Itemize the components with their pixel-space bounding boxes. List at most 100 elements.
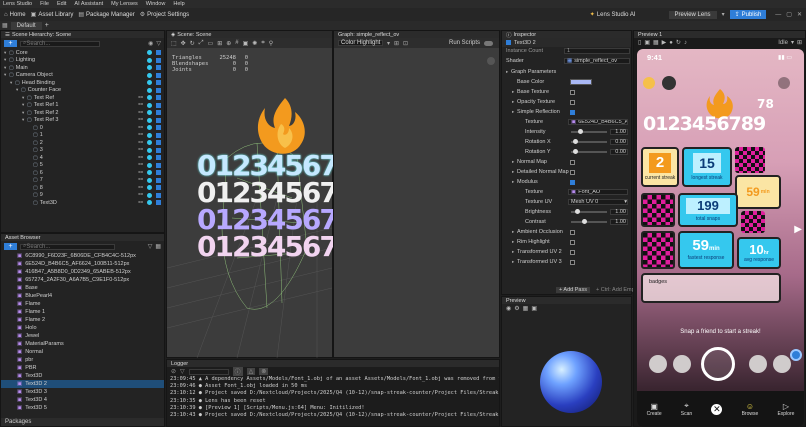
minutes-card[interactable]: 59 min	[735, 175, 781, 209]
visibility-checkbox[interactable]	[147, 170, 152, 176]
prop-slider[interactable]	[571, 219, 607, 225]
asset-item[interactable]: ▣ BluePearl4	[1, 292, 164, 300]
slider-knob[interactable]	[578, 129, 584, 135]
settings-icon[interactable]: ⚙	[514, 305, 519, 312]
graph-settings-icon[interactable]	[487, 57, 495, 65]
rect-tool-icon[interactable]: ▭	[208, 40, 214, 47]
visibility-checkbox[interactable]	[147, 57, 152, 63]
current-streak-card[interactable]: 2 current streak	[641, 147, 679, 187]
hierarchy-item[interactable]: ▾ ▢ Text Ref 2 ⚯	[1, 109, 164, 117]
enabled-checkbox[interactable]	[156, 110, 161, 116]
hierarchy-item[interactable]: ▢ 1 ⚯	[1, 132, 164, 140]
slider-knob[interactable]	[581, 219, 587, 225]
longest-streak-card[interactable]: 15 longest streak	[682, 147, 732, 187]
logger-search-input[interactable]	[188, 368, 229, 375]
enabled-checkbox[interactable]	[156, 192, 161, 198]
layout-icon[interactable]: ▦	[2, 22, 8, 29]
hierarchy-item[interactable]: ▢ 3 ⚯	[1, 147, 164, 155]
hierarchy-item[interactable]: ▢ 0 ⚯	[1, 124, 164, 132]
asset-item[interactable]: ▣ Text3D 2	[1, 380, 164, 388]
hierarchy-item[interactable]: ▾ ▢ Text Ref 3 ⚯	[1, 117, 164, 125]
hierarchy-item[interactable]: ▾ ▢ Head Binding	[1, 79, 164, 87]
phone-screen[interactable]: 9:41 ▮▮ ▭ 0123456789 7 8 2 current strea…	[637, 49, 804, 427]
visibility-checkbox[interactable]	[147, 132, 152, 138]
asset-item[interactable]: ▣ Text3D	[1, 372, 164, 380]
maximize-icon[interactable]: ▢	[786, 11, 792, 18]
shader-field[interactable]: ▦ simple_reflect_ov	[564, 58, 630, 65]
lens-studio-ai-button[interactable]: ✦ Lens Studio AI	[590, 11, 636, 19]
warning-filter-icon[interactable]: △	[246, 368, 256, 375]
lens-thumb[interactable]	[673, 355, 691, 373]
asset-item[interactable]: ▣ Jewel	[1, 332, 164, 340]
hierarchy-item[interactable]: ▾ ▢ Text Ref 1 ⚯	[1, 102, 164, 110]
enabled-checkbox[interactable]	[156, 102, 161, 108]
image-icon[interactable]: ▦	[653, 39, 659, 46]
total-snaps-card[interactable]: 199 total snaps	[678, 193, 738, 227]
nav-close[interactable]: ✕	[711, 403, 723, 415]
menu-item[interactable]: Help	[173, 1, 184, 7]
enabled-checkbox[interactable]	[156, 185, 161, 191]
run-scripts-toggle[interactable]	[484, 40, 493, 46]
enabled-checkbox[interactable]	[156, 155, 161, 161]
menu-item[interactable]: AI Assistant	[74, 1, 103, 7]
add-pass-button[interactable]: + Add Pass	[556, 286, 590, 293]
hierarchy-item[interactable]: ▾ ▢ Main	[1, 64, 164, 72]
mute-icon[interactable]: ♪	[684, 40, 687, 46]
device-icon[interactable]: ▯	[638, 39, 641, 46]
visibility-checkbox[interactable]	[147, 72, 152, 78]
local-space-icon[interactable]: ⊞	[217, 40, 222, 47]
hierarchy-item[interactable]: ▢ 8 ⚯	[1, 184, 164, 192]
menu-item[interactable]: Edit	[57, 1, 66, 7]
asset-search-input[interactable]: ⌕ Search...	[20, 243, 115, 250]
hierarchy-search-input[interactable]: ⌕ Search...	[20, 40, 100, 47]
fastest-response-card[interactable]: 59min fastest response	[678, 231, 734, 269]
visibility-checkbox[interactable]	[147, 110, 152, 116]
visibility-checkbox[interactable]	[147, 50, 152, 56]
visibility-icon[interactable]: ◉	[148, 40, 153, 47]
enabled-checkbox[interactable]	[156, 65, 161, 71]
snap-icon[interactable]: ⌗	[261, 40, 264, 47]
grid-view-icon[interactable]: ▦	[155, 243, 161, 250]
project-settings-button[interactable]: ⚙ Project Settings	[140, 11, 189, 19]
asset-item[interactable]: ▣ Normal	[1, 348, 164, 356]
enabled-checkbox[interactable]	[156, 80, 161, 86]
hierarchy-item[interactable]: ▾ ▢ Camera Object	[1, 72, 164, 80]
asset-item[interactable]: ▣ 6E524D_B4B6C5_AF6624_100B11-512px	[1, 260, 164, 268]
enabled-checkbox[interactable]	[156, 117, 161, 123]
visibility-checkbox[interactable]	[147, 65, 152, 71]
menu-item[interactable]: File	[40, 1, 49, 7]
prop-checkbox[interactable]	[570, 259, 575, 265]
prop-checkbox[interactable]	[570, 179, 575, 185]
instance-count-field[interactable]: 1	[564, 47, 630, 54]
enabled-checkbox[interactable]	[156, 140, 161, 146]
hierarchy-item[interactable]: ▾ ▢ Counter Face	[1, 87, 164, 95]
asset-item[interactable]: ▣ pbr	[1, 356, 164, 364]
visibility-checkbox[interactable]	[147, 155, 152, 161]
publish-button[interactable]: ⇪ Publish	[729, 10, 767, 19]
blue-dot-button[interactable]	[790, 349, 802, 361]
lens-thumb[interactable]	[749, 355, 767, 373]
scale-tool-icon[interactable]: ⤢	[199, 40, 204, 47]
hierarchy-item[interactable]: ▢ 2 ⚯	[1, 139, 164, 147]
visibility-checkbox[interactable]	[147, 87, 152, 93]
enabled-checkbox[interactable]	[506, 40, 511, 45]
avg-response-card[interactable]: 10hr avg response	[737, 237, 781, 269]
asset-item[interactable]: ▣ MaterialParams	[1, 340, 164, 348]
lens-thumb[interactable]	[773, 355, 791, 373]
prop-checkbox[interactable]	[570, 249, 575, 255]
enabled-checkbox[interactable]	[156, 50, 161, 56]
asset-item[interactable]: ▣ PBR	[1, 364, 164, 372]
add-tab-button[interactable]: +	[45, 22, 49, 29]
prop-value-field[interactable]: 1.00	[610, 219, 628, 225]
prop-slider[interactable]	[571, 149, 607, 155]
move-tool-icon[interactable]: ✥	[181, 40, 186, 47]
enabled-checkbox[interactable]	[156, 147, 161, 153]
prop-slider[interactable]	[571, 209, 607, 215]
filter-icon[interactable]: ▽	[156, 40, 161, 47]
package-manager-button[interactable]: ▤ Package Manager	[78, 11, 134, 19]
hierarchy-item[interactable]: ▢ 5 ⚯	[1, 162, 164, 170]
hierarchy-item[interactable]: ▾ ▢ Text Ref ⚯	[1, 94, 164, 102]
hierarchy-item[interactable]: ▢ 9 ⚯	[1, 192, 164, 200]
avatar[interactable]	[662, 76, 676, 90]
prop-slider[interactable]	[571, 139, 607, 145]
